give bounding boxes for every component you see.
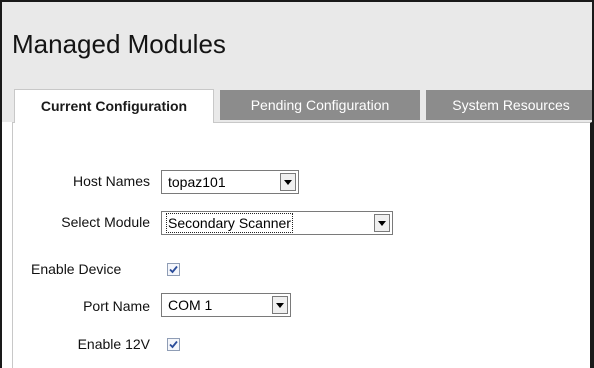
select-module-label: Select Module: [61, 214, 150, 230]
tab-pending-configuration[interactable]: Pending Configuration: [220, 90, 420, 120]
host-names-select[interactable]: topaz101: [161, 170, 299, 194]
port-name-select[interactable]: COM 1: [161, 293, 291, 317]
check-icon: [169, 265, 178, 274]
managed-modules-window: Managed Modules Current Configuration Pe…: [0, 0, 594, 368]
host-names-label: Host Names: [72, 173, 150, 189]
enable-12v-checkbox[interactable]: [167, 338, 180, 351]
host-names-value: topaz101: [168, 174, 226, 190]
port-name-value: COM 1: [168, 297, 213, 313]
chevron-down-icon[interactable]: [374, 214, 390, 232]
tab-current-configuration[interactable]: Current Configuration: [14, 89, 214, 123]
configuration-panel: Host Names topaz101 Select Module Second…: [12, 122, 592, 368]
enable-device-checkbox[interactable]: [167, 263, 180, 276]
chevron-down-icon[interactable]: [280, 173, 296, 191]
enable-12v-label: Enable 12V: [77, 336, 150, 352]
tab-system-resources[interactable]: System Resources: [426, 90, 592, 120]
port-name-label: Port Name: [83, 298, 150, 314]
page-title: Managed Modules: [12, 29, 226, 59]
select-module-select[interactable]: Secondary Scanner: [161, 211, 393, 235]
enable-device-label: Enable Device: [31, 261, 122, 277]
check-icon: [169, 340, 178, 349]
chevron-down-icon[interactable]: [272, 296, 288, 314]
select-module-value: Secondary Scanner: [166, 213, 293, 233]
